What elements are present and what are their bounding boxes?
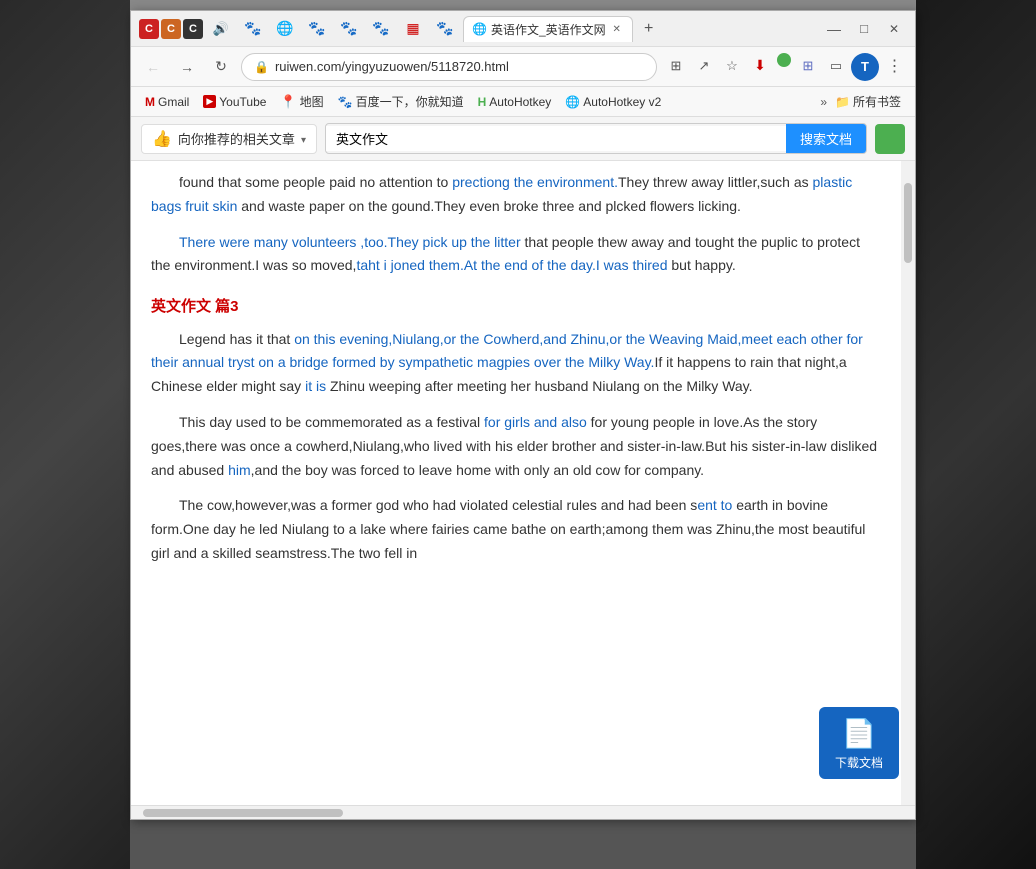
extensions-puzzle-icon[interactable]: ⊞ bbox=[795, 53, 821, 79]
cast-icon[interactable]: ▭ bbox=[823, 53, 849, 79]
page-content: found that some people paid no attention… bbox=[131, 161, 901, 805]
ext-globe[interactable]: 🌐 bbox=[271, 15, 299, 43]
maps-label: 地图 bbox=[300, 93, 324, 110]
audio-icon[interactable]: 🔊 bbox=[207, 15, 235, 43]
search-box[interactable]: 搜索文档 bbox=[325, 123, 867, 154]
vertical-scrollbar[interactable] bbox=[901, 161, 915, 805]
crimson-icon-2[interactable]: C bbox=[161, 19, 181, 39]
all-bookmarks-label: 所有书签 bbox=[853, 93, 901, 110]
ext-red-square[interactable]: ▦ bbox=[399, 15, 427, 43]
menu-dots-icon[interactable]: ⋮ bbox=[881, 53, 907, 79]
download-icon[interactable]: ⬇ bbox=[747, 53, 773, 79]
bg-left-decoration bbox=[0, 0, 130, 869]
ahk-icon: H bbox=[478, 95, 487, 109]
bookmark-gmail[interactable]: M Gmail bbox=[139, 92, 195, 112]
h-scrollbar-thumb[interactable] bbox=[143, 809, 343, 817]
search-input[interactable] bbox=[326, 126, 786, 151]
bookmark-maps[interactable]: 📍 地图 bbox=[274, 90, 329, 113]
address-input[interactable]: 🔒 ruiwen.com/yingyuzuowen/5118720.html bbox=[241, 53, 657, 81]
minimize-button[interactable]: — bbox=[821, 16, 847, 42]
close-button[interactable]: ✕ bbox=[881, 16, 907, 42]
ahk-label: AutoHotkey bbox=[489, 95, 551, 109]
ext-paw-1[interactable]: 🐾 bbox=[239, 15, 267, 43]
profile-button[interactable]: T bbox=[851, 53, 879, 81]
thumbup-icon: 👍 bbox=[152, 129, 172, 149]
crimson-icon-3[interactable]: C bbox=[183, 19, 203, 39]
recommend-label: 向你推荐的相关文章 bbox=[178, 129, 295, 148]
download-document-button[interactable]: 📄 下载文档 bbox=[819, 707, 899, 779]
bookmark-star-icon[interactable]: ☆ bbox=[719, 53, 745, 79]
ahkv2-label: AutoHotkey v2 bbox=[583, 95, 661, 109]
paragraph-4: This day used to be commemorated as a fe… bbox=[151, 411, 881, 482]
ext-paw-3[interactable]: 🐾 bbox=[335, 15, 363, 43]
address-bar: ← → ↻ 🔒 ruiwen.com/yingyuzuowen/5118720.… bbox=[131, 47, 915, 87]
paragraph-3: Legend has it that on this evening,Niula… bbox=[151, 328, 881, 399]
page-toolbar: 👍 向你推荐的相关文章 搜索文档 bbox=[131, 117, 915, 161]
bookmark-baidu[interactable]: 🐾 百度一下，你就知道 bbox=[332, 90, 470, 113]
paragraph-5: The cow,however,was a former god who had… bbox=[151, 494, 881, 565]
bg-right-decoration bbox=[916, 0, 1036, 869]
window-controls: — □ ✕ bbox=[821, 16, 907, 42]
ext-paw-2[interactable]: 🐾 bbox=[303, 15, 331, 43]
forward-button[interactable]: → bbox=[173, 53, 201, 81]
refresh-button[interactable]: ↻ bbox=[207, 53, 235, 81]
tab-close-btn[interactable]: ✕ bbox=[610, 22, 624, 36]
bookmark-ahk[interactable]: H AutoHotkey bbox=[472, 92, 558, 112]
baidu-label: 百度一下，你就知道 bbox=[356, 93, 464, 110]
ext-paw-4[interactable]: 🐾 bbox=[367, 15, 395, 43]
gmail-label: Gmail bbox=[158, 95, 189, 109]
crimson-icon-1[interactable]: C bbox=[139, 19, 159, 39]
section-3-title: 英文作文 篇3 bbox=[151, 294, 881, 320]
address-bar-actions: ⊞ ↗ ☆ ⬇ ⊞ ▭ T ⋮ bbox=[663, 53, 907, 81]
url-text: ruiwen.com/yingyuzuowen/5118720.html bbox=[275, 59, 509, 74]
scrollbar-thumb[interactable] bbox=[904, 183, 912, 263]
youtube-label: YouTube bbox=[219, 95, 266, 109]
recommend-button[interactable]: 👍 向你推荐的相关文章 bbox=[141, 124, 317, 154]
tab-label: 英语作文_英语作文网 bbox=[491, 21, 606, 38]
bookmarks-more[interactable]: » bbox=[820, 95, 827, 109]
lock-icon: 🔒 bbox=[254, 60, 269, 74]
maximize-button[interactable]: □ bbox=[851, 16, 877, 42]
new-tab-button[interactable]: + bbox=[637, 17, 661, 41]
document-icon: 📄 bbox=[842, 717, 877, 750]
folder-icon: 📁 bbox=[835, 95, 850, 109]
bookmark-youtube[interactable]: ▶ YouTube bbox=[197, 92, 272, 112]
green-status-dot bbox=[777, 53, 791, 67]
download-doc-label: 下载文档 bbox=[835, 754, 883, 771]
horizontal-scrollbar[interactable] bbox=[131, 805, 915, 819]
browser-window: C C C 🔊 🐾 🌐 🐾 🐾 🐾 ▦ 🐾 🌐 英语作文_英语作文网 ✕ + —… bbox=[130, 10, 916, 820]
youtube-icon: ▶ bbox=[203, 95, 216, 108]
chevron-down-icon bbox=[301, 131, 306, 146]
paragraph-2: There were many volunteers ,too.They pic… bbox=[151, 231, 881, 279]
green-action-button[interactable] bbox=[875, 124, 905, 154]
paragraph-1: found that some people paid no attention… bbox=[151, 171, 881, 219]
gmail-icon: M bbox=[145, 95, 155, 109]
translate-icon[interactable]: ⊞ bbox=[663, 53, 689, 79]
search-button[interactable]: 搜索文档 bbox=[786, 124, 866, 153]
ext-paw-5[interactable]: 🐾 bbox=[431, 15, 459, 43]
ahkv2-icon: 🌐 bbox=[565, 95, 580, 109]
crimson-icons: C C C bbox=[139, 19, 203, 39]
baidu-icon: 🐾 bbox=[338, 95, 353, 109]
back-button[interactable]: ← bbox=[139, 53, 167, 81]
title-bar: C C C 🔊 🐾 🌐 🐾 🐾 🐾 ▦ 🐾 🌐 英语作文_英语作文网 ✕ + —… bbox=[131, 11, 915, 47]
tab-favicon-globe: 🌐 bbox=[472, 22, 487, 36]
active-tab[interactable]: 🌐 英语作文_英语作文网 ✕ bbox=[463, 16, 633, 42]
bookmarks-bar: M Gmail ▶ YouTube 📍 地图 🐾 百度一下，你就知道 H Aut… bbox=[131, 87, 915, 117]
bookmark-all[interactable]: 📁 所有书签 bbox=[829, 90, 907, 113]
maps-icon: 📍 bbox=[280, 94, 296, 110]
bookmark-ahkv2[interactable]: 🌐 AutoHotkey v2 bbox=[559, 92, 667, 112]
share-icon[interactable]: ↗ bbox=[691, 53, 717, 79]
